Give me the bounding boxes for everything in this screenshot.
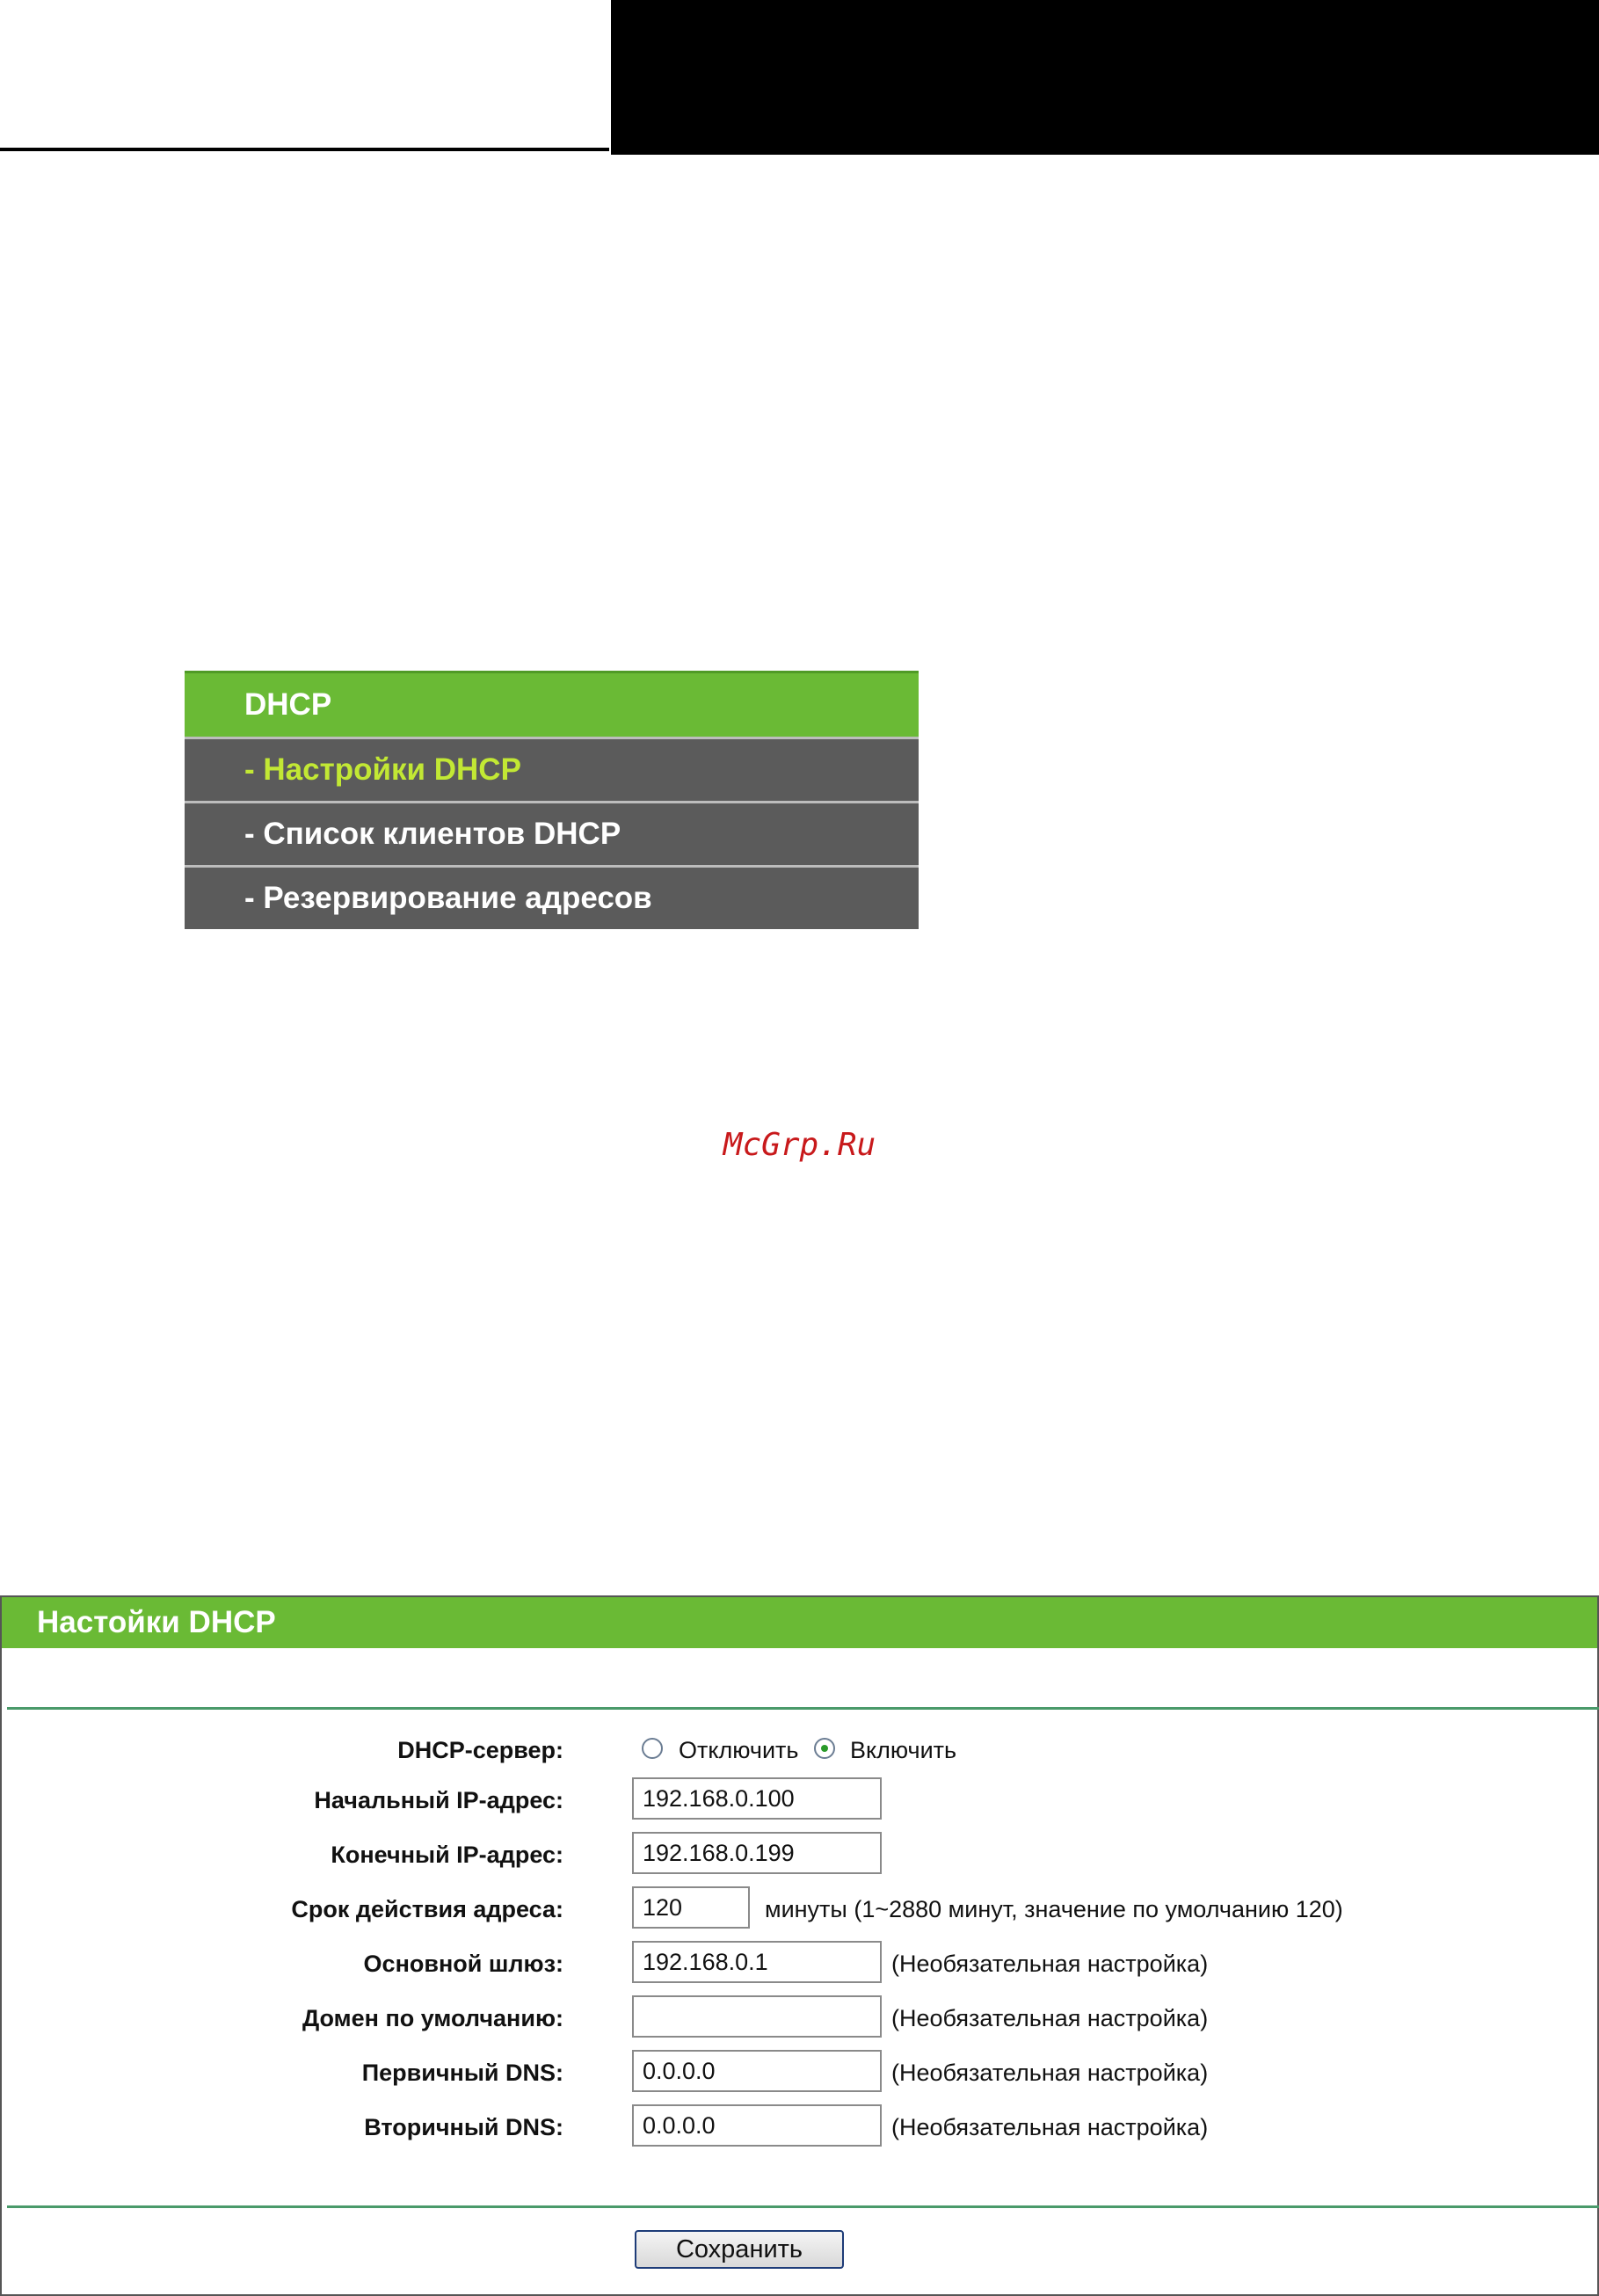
domain-input[interactable] (632, 1995, 882, 2038)
dhcp-menu: DHCP - Настройки DHCP - Список клиентов … (185, 671, 919, 929)
save-button[interactable]: Сохранить (635, 2230, 844, 2269)
start-ip-label: Начальный IP-адрес: (314, 1787, 563, 1813)
gateway-input[interactable] (632, 1941, 882, 1983)
gateway-hint: (Необязательная настройка) (891, 1951, 1209, 1977)
lease-time-label: Срок действия адреса: (291, 1896, 563, 1922)
radio-enable-label: Включить (850, 1737, 957, 1763)
row-end-ip: Конечный IP-адрес: (0, 1832, 1599, 1878)
row-dhcp-server: DHCP-сервер: Отключить Включить (0, 1727, 1599, 1773)
primary-dns-label: Первичный DNS: (361, 2060, 563, 2086)
secondary-dns-input[interactable] (632, 2104, 882, 2147)
primary-dns-hint: (Необязательная настройка) (891, 2060, 1209, 2086)
row-gateway: Основной шлюз: (Необязательная настройка… (0, 1941, 1599, 1987)
row-primary-dns: Первичный DNS: (Необязательная настройка… (0, 2050, 1599, 2096)
menu-item-dhcp-clients[interactable]: - Список клиентов DHCP (185, 801, 919, 865)
header-black-block (611, 0, 1599, 155)
domain-label: Домен по умолчанию: (302, 2005, 563, 2031)
domain-hint: (Необязательная настройка) (891, 2005, 1209, 2031)
panel-title: Настойки DHCP (2, 1597, 1597, 1648)
menu-item-dhcp-settings[interactable]: - Настройки DHCP (185, 737, 919, 801)
radio-disable-label: Отключить (679, 1737, 799, 1763)
menu-header-dhcp[interactable]: DHCP (185, 671, 919, 737)
bottom-divider (7, 2205, 1599, 2208)
secondary-dns-hint: (Необязательная настройка) (891, 2114, 1209, 2140)
radio-disable[interactable] (642, 1738, 663, 1759)
watermark: McGrp.Ru (723, 1127, 876, 1163)
menu-item-address-reservation[interactable]: - Резервирование адресов (185, 865, 919, 929)
top-divider (7, 1707, 1599, 1710)
lease-time-input[interactable] (632, 1886, 750, 1929)
row-lease-time: Срок действия адреса: минуты (1~2880 мин… (0, 1886, 1599, 1932)
radio-enable[interactable] (814, 1738, 835, 1759)
secondary-dns-label: Вторичный DNS: (364, 2114, 563, 2140)
header-white-block (0, 0, 609, 151)
end-ip-input[interactable] (632, 1832, 882, 1874)
dhcp-server-label: DHCP-сервер: (397, 1737, 563, 1763)
primary-dns-input[interactable] (632, 2050, 882, 2092)
end-ip-label: Конечный IP-адрес: (331, 1842, 563, 1868)
lease-time-hint: минуты (1~2880 минут, значение по умолча… (765, 1896, 1343, 1922)
row-start-ip: Начальный IP-адрес: (0, 1777, 1599, 1823)
gateway-label: Основной шлюз: (363, 1951, 563, 1977)
row-domain: Домен по умолчанию: (Необязательная наст… (0, 1995, 1599, 2041)
start-ip-input[interactable] (632, 1777, 882, 1820)
row-secondary-dns: Вторичный DNS: (Необязательная настройка… (0, 2104, 1599, 2150)
